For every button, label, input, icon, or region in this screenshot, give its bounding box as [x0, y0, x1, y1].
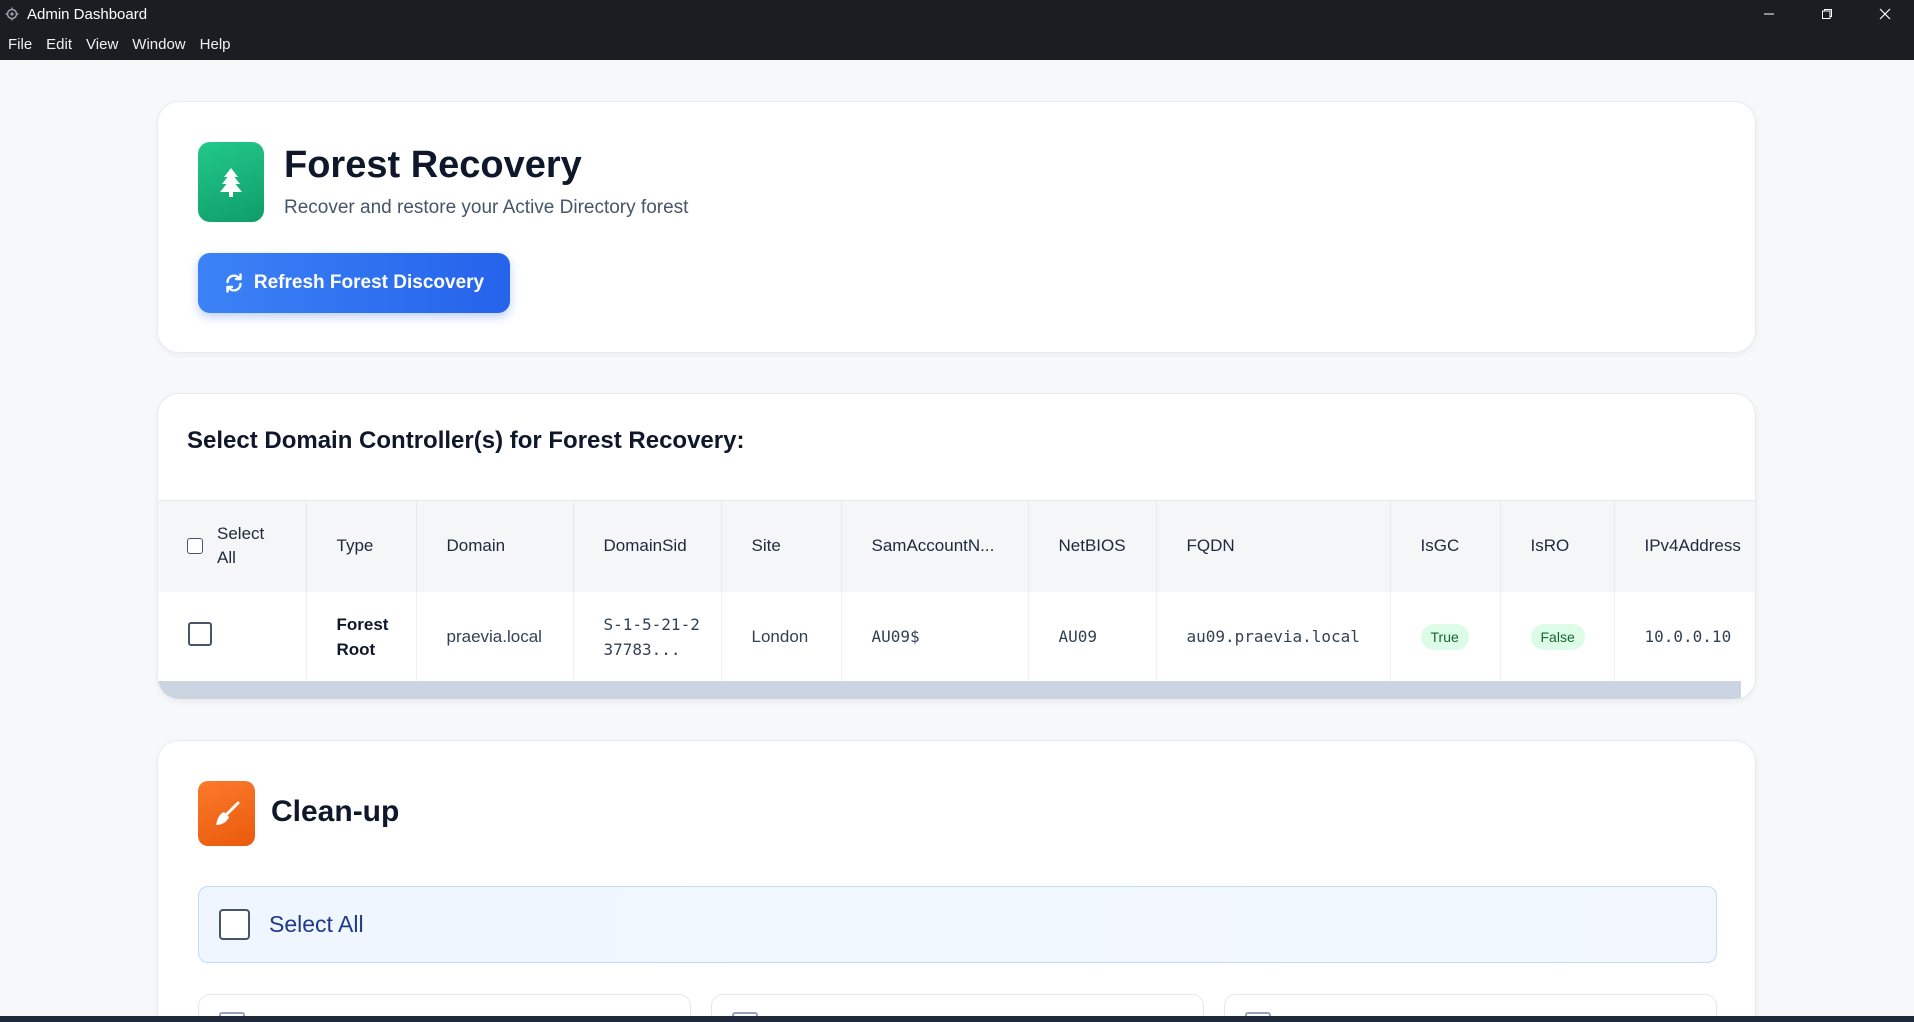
select-all-dc-checkbox[interactable] — [187, 538, 203, 555]
cell-samaccountname: AU09$ — [841, 591, 1029, 682]
forest-recovery-header-card: Forest Recovery Recover and restore your… — [157, 101, 1756, 353]
cleanup-select-all[interactable]: Select All — [198, 886, 1717, 963]
dc-section-title: Select Domain Controller(s) for Forest R… — [187, 427, 745, 454]
menu-file[interactable]: File — [2, 36, 38, 53]
menu-view[interactable]: View — [80, 36, 124, 53]
page-subtitle: Recover and restore your Active Director… — [284, 197, 689, 218]
column-header-ipv4address[interactable]: IPv4Address — [1614, 500, 1755, 592]
dc-selection-card: Select Domain Controller(s) for Forest R… — [157, 393, 1756, 700]
cleanup-title: Clean-up — [271, 795, 400, 828]
column-header-isgc[interactable]: IsGC — [1390, 500, 1501, 592]
menu-help[interactable]: Help — [194, 36, 237, 53]
refresh-forest-discovery-button[interactable]: Refresh Forest Discovery — [198, 253, 510, 313]
main-content: Forest Recovery Recover and restore your… — [0, 60, 1914, 1022]
column-header-fqdn[interactable]: FQDN — [1156, 500, 1391, 592]
refresh-icon — [226, 273, 242, 293]
restore-icon — [1822, 9, 1832, 19]
select-all-header: Select All — [158, 500, 307, 592]
close-icon — [1879, 8, 1891, 20]
cell-domain: praevia.local — [416, 591, 574, 682]
row-select-cell — [158, 591, 307, 682]
isro-badge: False — [1530, 623, 1585, 650]
cell-ipv4address: 10.0.0.10 — [1614, 591, 1755, 682]
minimize-icon — [1764, 13, 1774, 15]
select-all-dc-label: Select All — [217, 524, 265, 568]
cell-domainsid: S-1-5-21-237783... — [573, 591, 722, 682]
page-title: Forest Recovery — [284, 144, 582, 186]
maximize-button[interactable] — [1798, 0, 1856, 28]
row-select-checkbox[interactable] — [188, 622, 212, 646]
table-row[interactable]: Forest Root praevia.local S-1-5-21-23778… — [158, 591, 1755, 682]
bottom-edge — [0, 1016, 1914, 1022]
cell-netbios: AU09 — [1028, 591, 1157, 682]
horizontal-scrollbar[interactable] — [158, 681, 1741, 699]
cell-isro: False — [1500, 591, 1615, 682]
menu-window[interactable]: Window — [126, 36, 191, 53]
column-header-domain[interactable]: Domain — [416, 500, 574, 592]
minimize-button[interactable] — [1740, 0, 1798, 28]
table-header-row: Select All Type Domain DomainSid Site Sa… — [158, 500, 1755, 592]
app-gear-icon — [5, 7, 19, 21]
cleanup-select-all-checkbox[interactable] — [219, 909, 250, 940]
menu-edit[interactable]: Edit — [40, 36, 78, 53]
broom-icon — [198, 781, 255, 846]
isgc-badge: True — [1420, 623, 1469, 650]
close-button[interactable] — [1856, 0, 1914, 28]
cleanup-select-all-label: Select All — [269, 911, 364, 937]
column-header-isro[interactable]: IsRO — [1500, 500, 1615, 592]
window-title: Admin Dashboard — [27, 5, 148, 23]
column-header-type[interactable]: Type — [306, 500, 417, 592]
cell-site: London — [721, 591, 842, 682]
column-header-site[interactable]: Site — [721, 500, 842, 592]
column-header-domainsid[interactable]: DomainSid — [573, 500, 722, 592]
tree-icon — [198, 142, 264, 222]
cell-type: Forest Root — [306, 591, 417, 682]
title-bar: Admin Dashboard — [0, 0, 1914, 28]
window-controls — [1740, 0, 1914, 28]
menu-bar: File Edit View Window Help — [0, 28, 1914, 60]
column-header-samaccountname[interactable]: SamAccountN... — [841, 500, 1029, 592]
cell-fqdn: au09.praevia.local — [1156, 591, 1391, 682]
column-header-netbios[interactable]: NetBIOS — [1028, 500, 1157, 592]
cleanup-card: Clean-up Select All — [157, 740, 1756, 1022]
cell-isgc: True — [1390, 591, 1501, 682]
refresh-button-label: Refresh Forest Discovery — [253, 272, 485, 293]
dc-table: Select All Type Domain DomainSid Site Sa… — [158, 500, 1755, 682]
